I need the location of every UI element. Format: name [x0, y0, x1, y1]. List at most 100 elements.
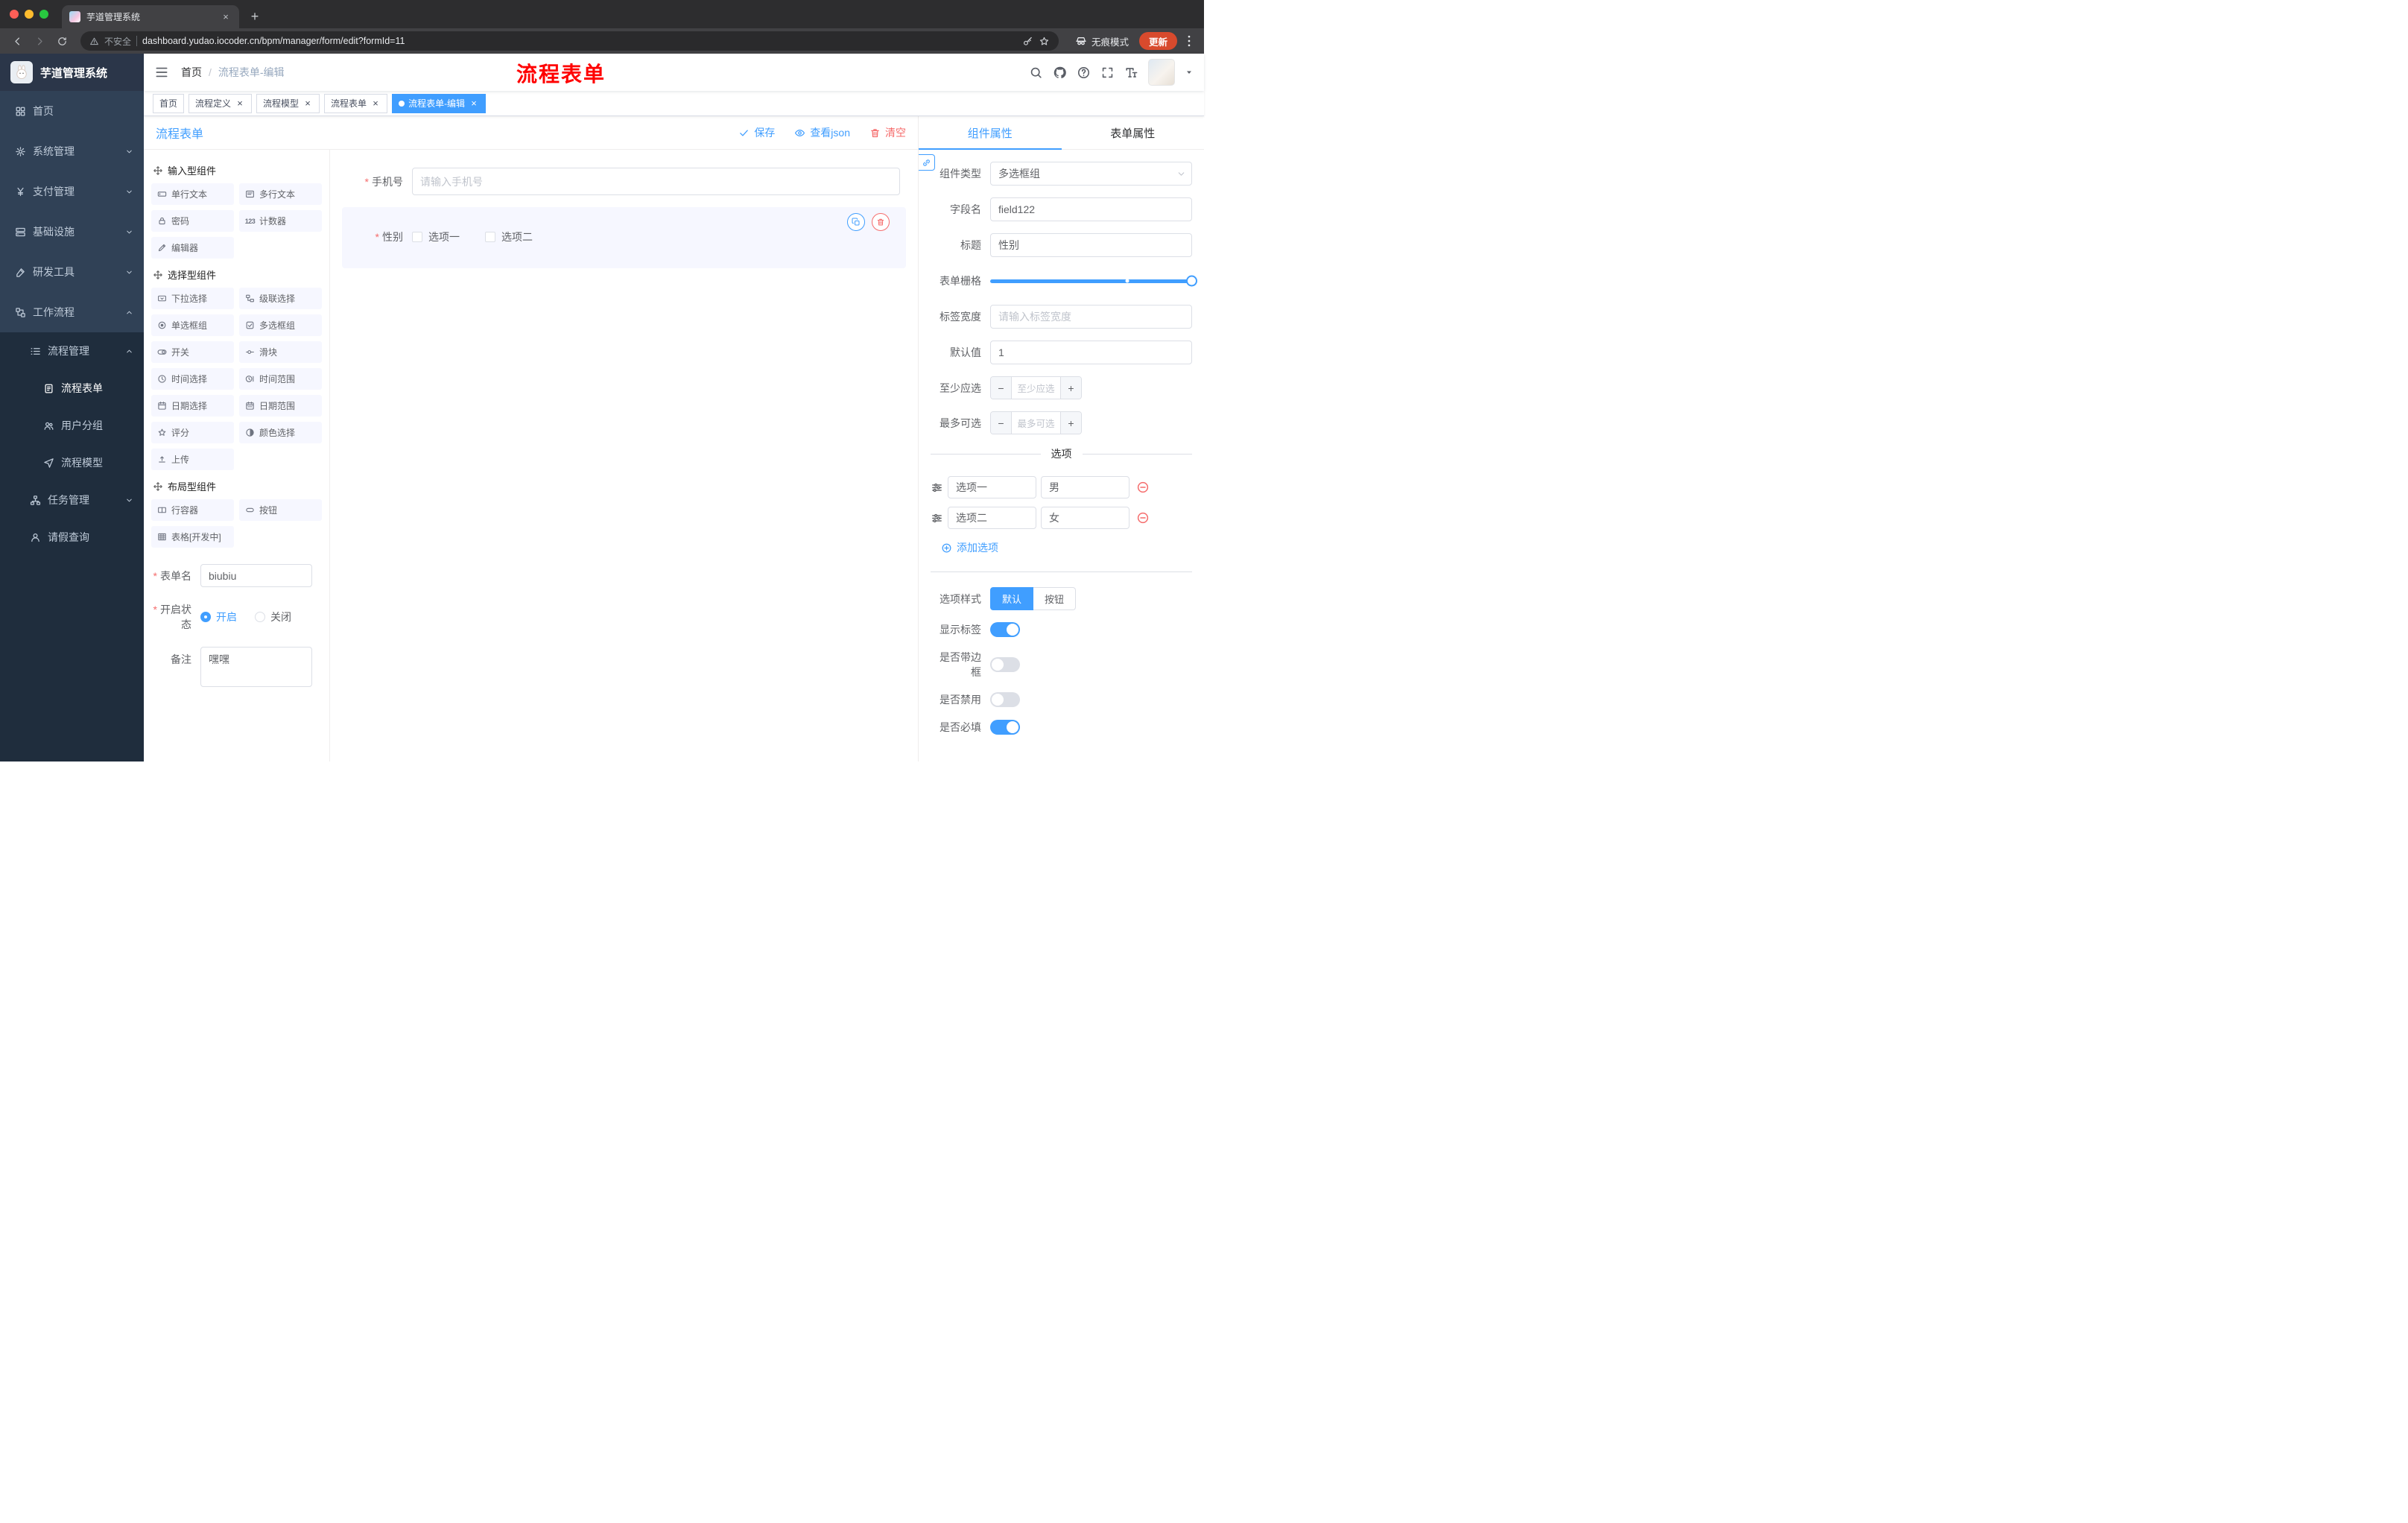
zoom-window-button[interactable]: [39, 10, 48, 19]
update-button[interactable]: 更新: [1138, 32, 1177, 50]
back-button[interactable]: [7, 31, 27, 51]
tag-close-icon[interactable]: ×: [469, 98, 479, 109]
default-value-input[interactable]: [990, 341, 1192, 364]
decrease-button[interactable]: [991, 377, 1012, 399]
increase-button[interactable]: [1060, 412, 1081, 434]
sidebar-item-task-manage[interactable]: 任务管理: [0, 481, 144, 519]
link-badge-button[interactable]: [919, 154, 935, 171]
required-toggle[interactable]: [990, 720, 1020, 735]
menu-fold-icon[interactable]: [154, 65, 169, 80]
sidebar-item-leave-query[interactable]: 请假查询: [0, 519, 144, 556]
component-editor[interactable]: 编辑器: [151, 237, 234, 259]
component-switch-comp[interactable]: 开关: [151, 341, 234, 363]
add-option-button[interactable]: 添加选项: [941, 540, 998, 555]
component-lock[interactable]: 密码: [151, 210, 234, 232]
component-slider-comp[interactable]: 滑块: [239, 341, 322, 363]
label-width-input[interactable]: [990, 305, 1192, 329]
component-select[interactable]: 下拉选择: [151, 288, 234, 309]
sidebar-item-devtools[interactable]: 研发工具: [0, 252, 144, 292]
breadcrumb-home[interactable]: 首页: [181, 65, 202, 80]
view-tag-4[interactable]: 流程表单-编辑 ×: [392, 93, 487, 113]
view-tag-3[interactable]: 流程表单 ×: [324, 93, 388, 113]
status-off-radio[interactable]: 关闭: [255, 609, 291, 624]
component-calendar-range[interactable]: 日期范围: [239, 395, 322, 417]
component-row[interactable]: 行容器: [151, 499, 234, 521]
component-time-range[interactable]: 时间范围: [239, 368, 322, 390]
fullscreen-icon[interactable]: [1100, 66, 1115, 80]
sidebar-item-process-manage[interactable]: 流程管理: [0, 332, 144, 370]
bookmark-star-icon[interactable]: [1039, 36, 1050, 47]
sidebar-item-payment[interactable]: 支付管理: [0, 171, 144, 212]
component-time[interactable]: 时间选择: [151, 368, 234, 390]
save-button[interactable]: 保存: [738, 125, 775, 140]
component-input-field[interactable]: 单行文本: [151, 183, 234, 205]
avatar-caret-icon[interactable]: [1185, 68, 1194, 77]
github-icon[interactable]: [1053, 66, 1067, 80]
component-star[interactable]: 评分: [151, 422, 234, 443]
component-textarea-field[interactable]: 多行文本: [239, 183, 322, 205]
border-toggle[interactable]: [990, 657, 1020, 672]
sidebar-item-system[interactable]: 系统管理: [0, 131, 144, 171]
increase-button[interactable]: [1060, 377, 1081, 399]
style-option-2[interactable]: 按钮: [1033, 587, 1077, 610]
checkbox-option-1[interactable]: 选项一: [412, 229, 460, 244]
form-field-phone[interactable]: 手机号: [342, 160, 906, 203]
reload-button[interactable]: [52, 31, 72, 51]
component-color[interactable]: 颜色选择: [239, 422, 322, 443]
view-tag-2[interactable]: 流程模型 ×: [256, 93, 320, 113]
tab-close-icon[interactable]: [220, 11, 232, 23]
disabled-toggle[interactable]: [990, 692, 1020, 707]
sidebar-item-home[interactable]: 首页: [0, 91, 144, 131]
option-label-input[interactable]: [948, 507, 1036, 529]
tab-form-props[interactable]: 表单属性: [1062, 116, 1205, 149]
form-field-gender[interactable]: 性别 选项一 选项二: [342, 207, 906, 268]
phone-input[interactable]: [412, 168, 900, 195]
tag-close-icon[interactable]: ×: [370, 98, 381, 109]
view-tag-0[interactable]: 首页: [153, 93, 185, 113]
password-key-icon[interactable]: [1022, 36, 1033, 47]
search-icon[interactable]: [1029, 66, 1043, 80]
option-value-input[interactable]: [1041, 476, 1129, 498]
close-window-button[interactable]: [10, 10, 19, 19]
component-table[interactable]: 表格[开发中]: [151, 526, 234, 548]
avatar[interactable]: [1148, 59, 1175, 86]
sidebar-item-infra[interactable]: 基础设施: [0, 212, 144, 252]
remark-textarea[interactable]: 嘿嘿: [200, 647, 312, 687]
minimize-window-button[interactable]: [25, 10, 34, 19]
sidebar-item-process-model[interactable]: 流程模型: [0, 444, 144, 481]
component-calendar[interactable]: 日期选择: [151, 395, 234, 417]
view-tag-1[interactable]: 流程定义 ×: [188, 93, 253, 113]
component-checkbox-comp[interactable]: 多选框组: [239, 314, 322, 336]
style-option-1[interactable]: 默认: [990, 587, 1034, 610]
grid-slider[interactable]: [990, 269, 1197, 293]
component-radio-comp[interactable]: 单选框组: [151, 314, 234, 336]
browser-tab[interactable]: 芋道管理系统: [62, 5, 239, 28]
decrease-button[interactable]: [991, 412, 1012, 434]
browser-menu-icon[interactable]: [1182, 34, 1197, 48]
new-tab-button[interactable]: [245, 7, 264, 26]
help-icon[interactable]: [1077, 66, 1091, 80]
sidebar-item-process-form[interactable]: 流程表单: [0, 370, 144, 407]
forward-button[interactable]: [30, 31, 49, 51]
status-on-radio[interactable]: 开启: [200, 609, 237, 624]
url-bar[interactable]: 不安全 dashboard.yudao.iocoder.cn/bpm/manag…: [80, 31, 1059, 51]
tag-close-icon[interactable]: ×: [235, 98, 245, 109]
component-type-select[interactable]: 多选框组: [990, 162, 1192, 186]
sidebar-item-workflow[interactable]: 工作流程: [0, 292, 144, 332]
option-value-input[interactable]: [1041, 507, 1129, 529]
title-input[interactable]: [990, 233, 1192, 257]
component-cascader[interactable]: 级联选择: [239, 288, 322, 309]
component-counter[interactable]: 123 计数器: [239, 210, 322, 232]
slider-runway[interactable]: [990, 275, 1197, 287]
tag-close-icon[interactable]: ×: [302, 98, 313, 109]
field-name-input[interactable]: [990, 197, 1192, 221]
component-upload[interactable]: 上传: [151, 449, 234, 470]
remove-option-icon[interactable]: [1136, 511, 1150, 525]
copy-component-button[interactable]: [847, 213, 865, 231]
show-label-toggle[interactable]: [990, 622, 1020, 637]
font-size-icon[interactable]: [1124, 66, 1138, 80]
form-name-input[interactable]: [200, 564, 312, 587]
option-drag-handle-icon[interactable]: [931, 512, 943, 525]
checkbox-option-2[interactable]: 选项二: [485, 229, 533, 244]
option-drag-handle-icon[interactable]: [931, 481, 943, 494]
